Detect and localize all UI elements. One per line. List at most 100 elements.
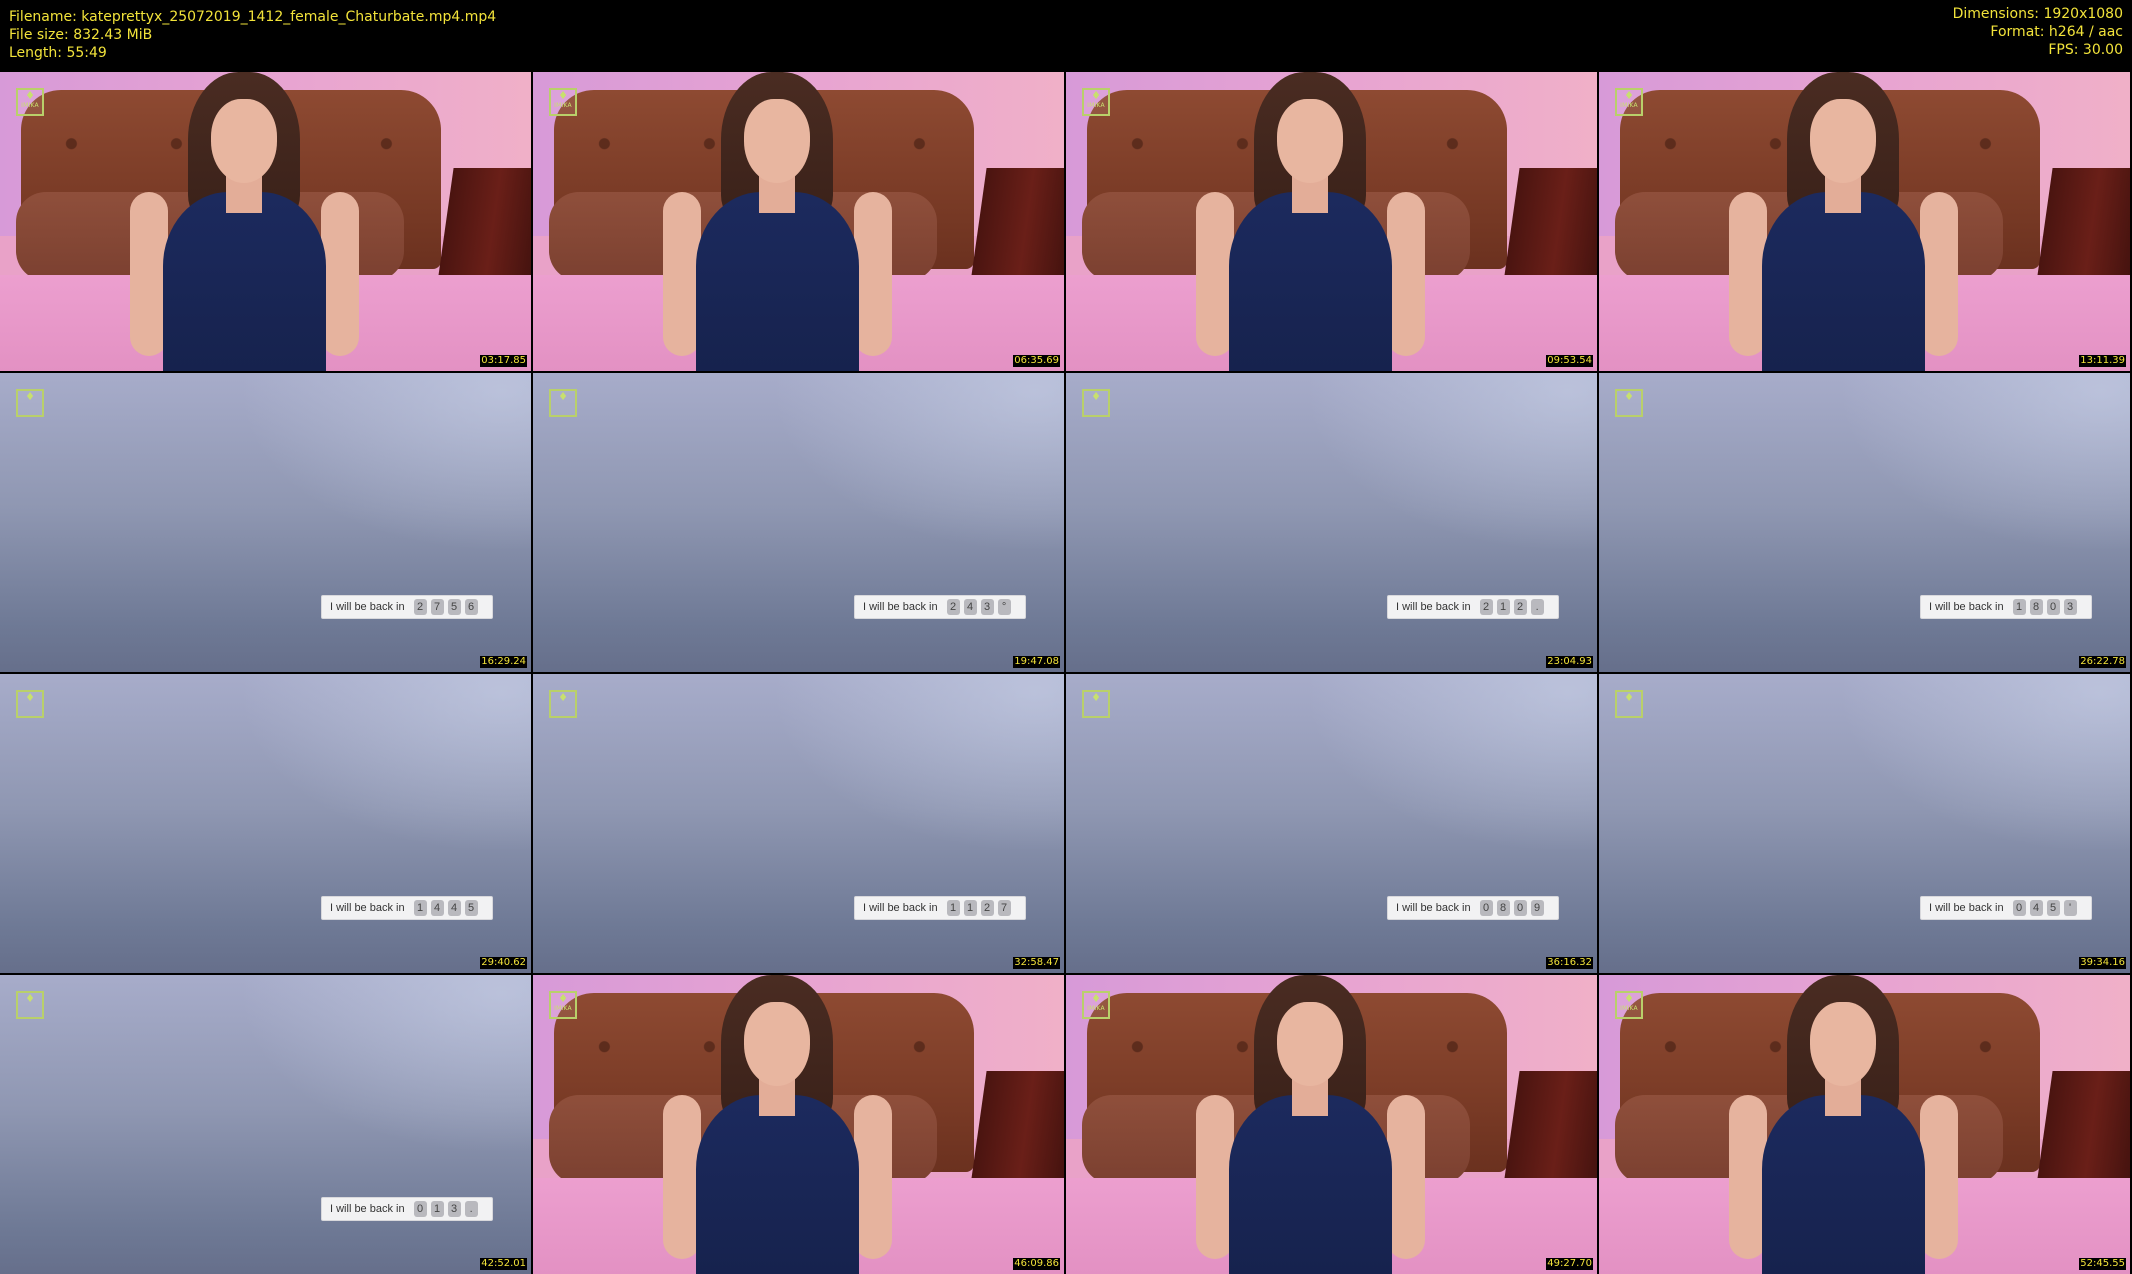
timestamp: 13:11.39: [2079, 355, 2126, 367]
figure-arm-right: [853, 1094, 892, 1260]
away-countdown: I will be back in 0 8 0 9: [1387, 896, 1559, 920]
countdown-digit: 9: [1530, 900, 1544, 916]
logo-text: IMIKA: [1620, 102, 1638, 109]
thumbnail[interactable]: ♦ IMIKA 49:27.70: [1066, 975, 1597, 1274]
thumbnail[interactable]: ♦ I will be back in 1 4 4 5 29:40.62: [0, 674, 531, 973]
thumbnail[interactable]: ♦ I will be back in 2 7 5 6 16:29.24: [0, 373, 531, 672]
figure-arm-right: [320, 191, 359, 357]
format-line: Format: h264 / aac: [1990, 24, 2123, 40]
logo-text: IMIKA: [1620, 1005, 1638, 1012]
countdown-digit: 0: [1513, 900, 1527, 916]
logo-mark: ♦: [558, 390, 568, 403]
countdown-digit: °: [997, 599, 1011, 615]
countdown-digit: 5: [447, 599, 461, 615]
away-label: I will be back in: [1929, 902, 2004, 914]
figure-arm-right: [1386, 1094, 1425, 1260]
countdown-digit: 6: [464, 599, 478, 615]
figure-dress: [162, 191, 326, 371]
figure-dress: [1228, 1094, 1392, 1274]
filesize-line: File size: 832.43 MiB: [9, 27, 153, 43]
countdown-digit: 0: [1479, 900, 1493, 916]
logo-mark: ♦: [1624, 89, 1634, 102]
logo-mark: ♦: [558, 691, 568, 704]
countdown-digit: 2: [980, 900, 994, 916]
away-label: I will be back in: [330, 1203, 405, 1215]
thumbnail[interactable]: ♦ I will be back in 1 1 2 7 32:58.47: [533, 674, 1064, 973]
away-countdown: I will be back in 1 1 2 7: [854, 896, 1026, 920]
watermark-logo-icon: ♦: [16, 991, 44, 1019]
countdown-digit: 4: [2029, 900, 2043, 916]
figure-face: [1277, 98, 1344, 183]
watermark-logo-icon: ♦ IMIKA: [16, 88, 44, 116]
thumbnail[interactable]: ♦ IMIKA 46:09.86: [533, 975, 1064, 1274]
thumbnail[interactable]: ♦ I will be back in 2 1 2. 23:04.93: [1066, 373, 1597, 672]
logo-mark: ♦: [25, 89, 35, 102]
logo-mark: ♦: [1091, 390, 1101, 403]
logo-mark: ♦: [1624, 992, 1634, 1005]
countdown-digit: 2: [1513, 599, 1527, 615]
person-figure: [1716, 72, 1971, 371]
logo-text: IMIKA: [1087, 1005, 1105, 1012]
countdown-digit: 3: [447, 1201, 461, 1217]
figure-dress: [1761, 191, 1925, 371]
figure-arm-right: [1919, 191, 1958, 357]
logo-mark: ♦: [1091, 691, 1101, 704]
watermark-logo-icon: ♦ IMIKA: [549, 991, 577, 1019]
thumbnail[interactable]: ♦ IMIKA 52:45.55: [1599, 975, 2130, 1274]
figure-dress: [695, 191, 859, 371]
logo-mark: ♦: [1091, 992, 1101, 1005]
thumbnail[interactable]: ♦ I will be back in 2 4 3 ° 19:47.08: [533, 373, 1064, 672]
figure-face: [744, 98, 811, 183]
person-figure: [1716, 975, 1971, 1274]
away-label: I will be back in: [863, 601, 938, 613]
countdown-digit: 8: [1496, 900, 1510, 916]
watermark-logo-icon: ♦: [1615, 389, 1643, 417]
figure-face: [211, 98, 278, 183]
away-countdown: I will be back in 0 4 5 ': [1920, 896, 2092, 920]
figure-arm-right: [853, 191, 892, 357]
countdown-digit: 0: [2046, 599, 2060, 615]
person-figure: [650, 72, 905, 371]
countdown-digit: 2: [413, 599, 427, 615]
away-countdown: I will be back in 2 4 3 °: [854, 595, 1026, 619]
watermark-logo-icon: ♦ IMIKA: [1615, 88, 1643, 116]
countdown-digit: .: [1530, 599, 1544, 615]
thumbnail[interactable]: ♦ IMIKA 09:53.54: [1066, 72, 1597, 371]
thumbnail[interactable]: ♦ IMIKA 13:11.39: [1599, 72, 2130, 371]
figure-arm-right: [1919, 1094, 1958, 1260]
timestamp: 49:27.70: [1546, 1258, 1593, 1270]
length-line: Length: 55:49: [9, 45, 107, 61]
figure-dress: [695, 1094, 859, 1274]
watermark-logo-icon: ♦: [1082, 389, 1110, 417]
countdown-digit: 3: [2063, 599, 2077, 615]
figure-arm-right: [1386, 191, 1425, 357]
away-countdown: I will be back in 1 4 4 5: [321, 896, 493, 920]
watermark-logo-icon: ♦: [1615, 690, 1643, 718]
away-label: I will be back in: [1929, 601, 2004, 613]
thumbnail[interactable]: ♦ I will be back in 1 8 0 3 26:22.78: [1599, 373, 2130, 672]
logo-mark: ♦: [558, 89, 568, 102]
countdown-digit: 1: [946, 900, 960, 916]
timestamp: 52:45.55: [2079, 1258, 2126, 1270]
watermark-logo-icon: ♦: [549, 389, 577, 417]
timestamp: 09:53.54: [1546, 355, 1593, 367]
countdown-digit: 1: [1496, 599, 1510, 615]
countdown-digit: 7: [997, 900, 1011, 916]
logo-mark: ♦: [1624, 691, 1634, 704]
away-label: I will be back in: [1396, 601, 1471, 613]
figure-dress: [1228, 191, 1392, 371]
watermark-logo-icon: ♦: [16, 690, 44, 718]
countdown-digit: 0: [413, 1201, 427, 1217]
logo-mark: ♦: [1091, 89, 1101, 102]
thumbnail[interactable]: ♦ IMIKA 03:17.85: [0, 72, 531, 371]
thumbnail[interactable]: ♦ I will be back in 0 4 5 ' 39:34.16: [1599, 674, 2130, 973]
away-countdown: I will be back in 2 7 5 6: [321, 595, 493, 619]
thumbnail[interactable]: ♦ IMIKA 06:35.69: [533, 72, 1064, 371]
thumbnail[interactable]: ♦ I will be back in 0 8 0 9 36:16.32: [1066, 674, 1597, 973]
countdown-digit: 2: [1479, 599, 1493, 615]
video-info: Dimensions: 1920x1080 Format: h264 / aac…: [1953, 5, 2123, 59]
away-countdown: I will be back in 2 1 2.: [1387, 595, 1559, 619]
countdown-digit: 7: [430, 599, 444, 615]
thumbnail[interactable]: ♦ I will be back in 0 1 3. 42:52.01: [0, 975, 531, 1274]
away-label: I will be back in: [863, 902, 938, 914]
